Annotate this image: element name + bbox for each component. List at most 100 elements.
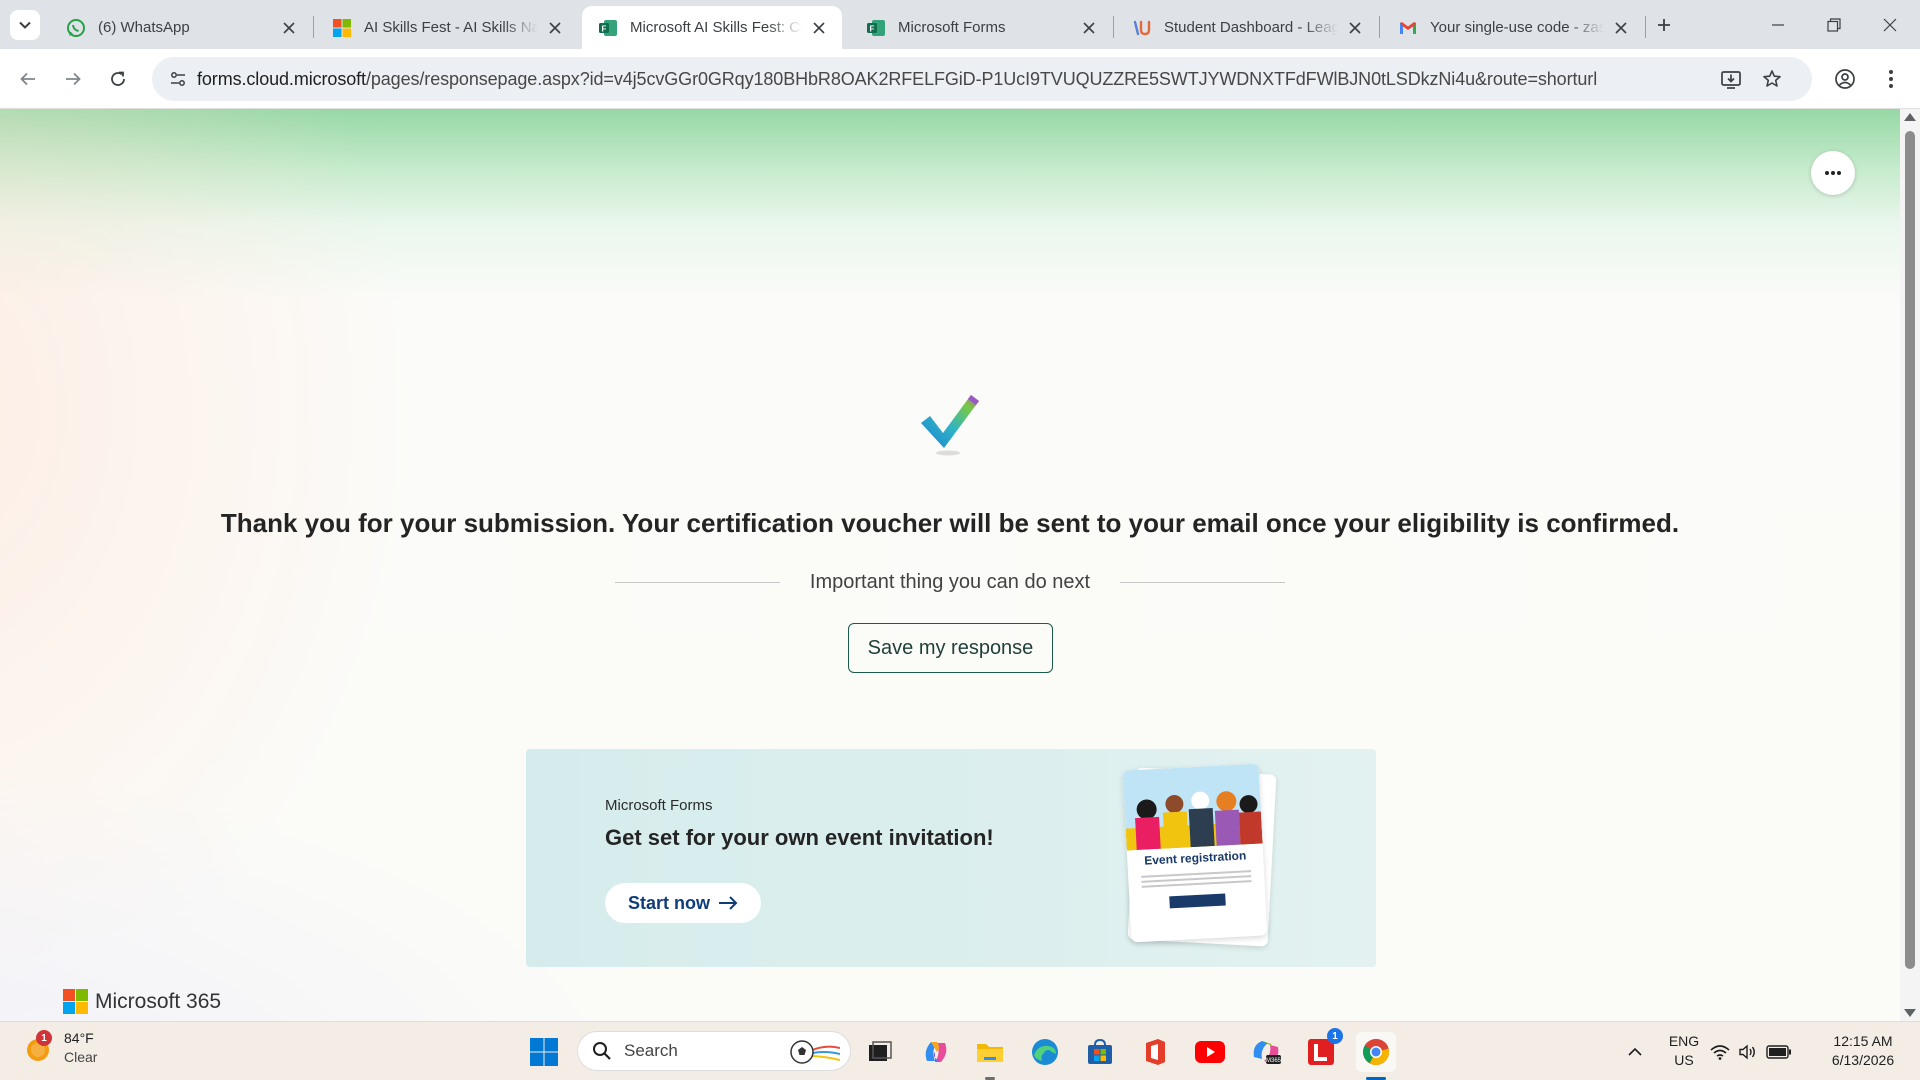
people-illustration bbox=[1122, 763, 1263, 851]
youtube-button[interactable] bbox=[1190, 1032, 1230, 1072]
tab-title: Microsoft Forms bbox=[898, 19, 1006, 36]
microsoft-logo-icon bbox=[63, 989, 88, 1014]
form-response-page: Thank you for your submission. Your cert… bbox=[0, 109, 1900, 1021]
chrome-button[interactable] bbox=[1356, 1032, 1396, 1072]
minimize-button[interactable] bbox=[1750, 0, 1806, 49]
install-app-icon[interactable] bbox=[1717, 65, 1745, 93]
forms-icon: F bbox=[598, 18, 618, 38]
region-code: US bbox=[1674, 1052, 1694, 1068]
clock-date: 6/13/2026 bbox=[1831, 1052, 1895, 1068]
promo-headline: Get set for your own event invitation! bbox=[605, 825, 994, 850]
battery-icon bbox=[1766, 1045, 1791, 1059]
tab-ai-skills-fest[interactable]: AI Skills Fest - AI Skills Nav bbox=[316, 6, 578, 49]
new-tab-button[interactable] bbox=[1650, 11, 1678, 39]
minimize-icon bbox=[1772, 23, 1784, 26]
edge-button[interactable] bbox=[1025, 1032, 1065, 1072]
file-explorer-button[interactable] bbox=[970, 1032, 1010, 1072]
start-now-button[interactable]: Start now bbox=[605, 883, 761, 923]
league-app-button[interactable]: 1 bbox=[1301, 1028, 1343, 1072]
scroll-up-icon[interactable] bbox=[1904, 113, 1916, 121]
m365-copilot-button[interactable]: M365 bbox=[1246, 1032, 1286, 1072]
tab-microsoft-forms[interactable]: F Microsoft Forms bbox=[850, 6, 1112, 49]
tab-whatsapp[interactable]: (6) WhatsApp bbox=[50, 6, 312, 49]
microsoft-logo-icon bbox=[332, 18, 352, 38]
weather-sun-icon: 1 bbox=[22, 1030, 54, 1064]
microsoft-365-label: Microsoft 365 bbox=[95, 989, 222, 1013]
gmail-icon bbox=[1398, 18, 1418, 38]
ellipsis-icon bbox=[1825, 171, 1841, 175]
address-bar[interactable]: forms.cloud.microsoft/pages/responsepage… bbox=[152, 57, 1812, 101]
tab-title: Microsoft AI Skills Fest: Cla bbox=[630, 19, 802, 36]
tab-title: Student Dashboard - League bbox=[1164, 19, 1338, 36]
tab-student-dashboard[interactable]: Student Dashboard - League bbox=[1116, 6, 1378, 49]
tab-gmail[interactable]: Your single-use code - zas bbox=[1382, 6, 1644, 49]
folder-icon bbox=[977, 1044, 1003, 1062]
scrollbar-thumb[interactable] bbox=[1905, 131, 1915, 969]
browser-toolbar: forms.cloud.microsoft/pages/responsepage… bbox=[0, 49, 1920, 109]
close-icon[interactable] bbox=[1080, 19, 1098, 37]
close-window-button[interactable] bbox=[1862, 0, 1918, 49]
tab-separator bbox=[1645, 16, 1646, 38]
svg-text:F: F bbox=[870, 24, 875, 33]
copilot-button[interactable] bbox=[916, 1032, 956, 1072]
league-icon bbox=[1132, 18, 1152, 38]
site-settings-icon[interactable] bbox=[164, 65, 192, 93]
language-indicator[interactable]: ENG US bbox=[1664, 1032, 1704, 1070]
arrow-right-icon bbox=[718, 895, 738, 911]
bookmark-star-icon[interactable] bbox=[1758, 65, 1786, 93]
back-button[interactable] bbox=[10, 61, 46, 97]
svg-text:M365: M365 bbox=[1266, 1058, 1282, 1064]
weather-widget[interactable]: 1 84°F Clear bbox=[22, 1029, 97, 1067]
weather-condition: Clear bbox=[64, 1049, 98, 1065]
close-icon[interactable] bbox=[1346, 19, 1364, 37]
tab-search-button[interactable] bbox=[10, 10, 40, 40]
svg-text:F: F bbox=[602, 24, 607, 33]
save-response-button[interactable]: Save my response bbox=[848, 623, 1053, 673]
copilot-icon bbox=[925, 1042, 947, 1062]
clock[interactable]: 12:15 AM 6/13/2026 bbox=[1818, 1032, 1908, 1070]
thank-you-message: Thank you for your submission. Your cert… bbox=[220, 508, 1680, 538]
quick-settings-button[interactable] bbox=[1710, 1032, 1792, 1072]
weather-badge: 1 bbox=[36, 1030, 52, 1046]
page-scrollbar[interactable] bbox=[1900, 109, 1920, 1021]
forms-icon: F bbox=[866, 18, 886, 38]
chrome-icon bbox=[1363, 1038, 1390, 1065]
reload-icon bbox=[111, 71, 125, 86]
soccer-ball-icon bbox=[790, 1040, 840, 1064]
close-icon[interactable] bbox=[280, 19, 298, 37]
start-button[interactable] bbox=[524, 1032, 564, 1072]
browser-menu-button[interactable] bbox=[1873, 61, 1909, 97]
store-icon bbox=[1088, 1038, 1112, 1064]
microsoft-store-button[interactable] bbox=[1080, 1032, 1120, 1072]
promo-brand: Microsoft Forms bbox=[605, 797, 713, 814]
restore-button[interactable] bbox=[1806, 0, 1862, 49]
more-options-button[interactable] bbox=[1811, 151, 1855, 195]
divider-line bbox=[1120, 581, 1285, 583]
task-view-button[interactable] bbox=[860, 1032, 900, 1072]
language-code: ENG bbox=[1668, 1033, 1700, 1049]
taskbar-search[interactable]: Search bbox=[577, 1031, 851, 1071]
close-icon[interactable] bbox=[810, 19, 828, 37]
scroll-down-icon[interactable] bbox=[1904, 1009, 1916, 1017]
checkmark-icon bbox=[921, 395, 979, 456]
reload-button[interactable] bbox=[100, 61, 136, 97]
forward-button[interactable] bbox=[55, 61, 91, 97]
windows-logo-icon bbox=[530, 1038, 558, 1066]
url-text[interactable]: forms.cloud.microsoft/pages/responsepage… bbox=[197, 69, 1597, 90]
office-button[interactable] bbox=[1135, 1032, 1175, 1072]
task-view-icon bbox=[869, 1041, 892, 1061]
close-icon[interactable] bbox=[1612, 19, 1630, 37]
chevron-down-icon bbox=[19, 21, 31, 29]
chevron-up-icon bbox=[1628, 1047, 1642, 1056]
arrow-left-icon bbox=[20, 72, 35, 86]
divider-line bbox=[615, 581, 780, 583]
search-icon bbox=[593, 1042, 611, 1060]
tab-title: Your single-use code - zas bbox=[1430, 19, 1604, 36]
tab-ai-skills-fest-form[interactable]: F Microsoft AI Skills Fest: Cla bbox=[582, 6, 842, 49]
clock-time: 12:15 AM bbox=[1833, 1033, 1893, 1049]
next-steps-divider: Important thing you can do next bbox=[615, 568, 1285, 596]
weather-temperature: 84°F bbox=[64, 1030, 94, 1046]
show-hidden-icons-button[interactable] bbox=[1615, 1032, 1655, 1072]
close-icon[interactable] bbox=[546, 19, 564, 37]
profile-button[interactable] bbox=[1827, 61, 1863, 97]
